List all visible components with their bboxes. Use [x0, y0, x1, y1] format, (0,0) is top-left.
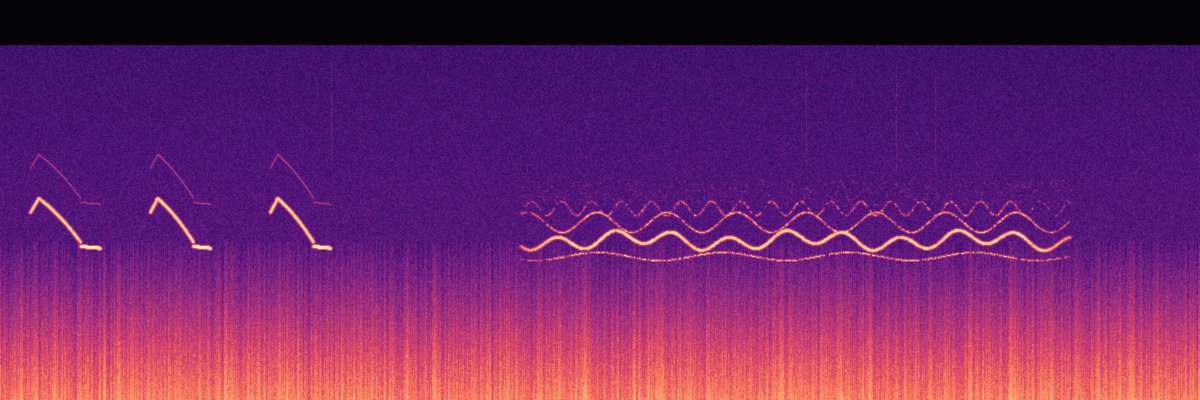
spectrogram-image — [0, 0, 1200, 400]
spectrogram-view — [0, 0, 1200, 400]
